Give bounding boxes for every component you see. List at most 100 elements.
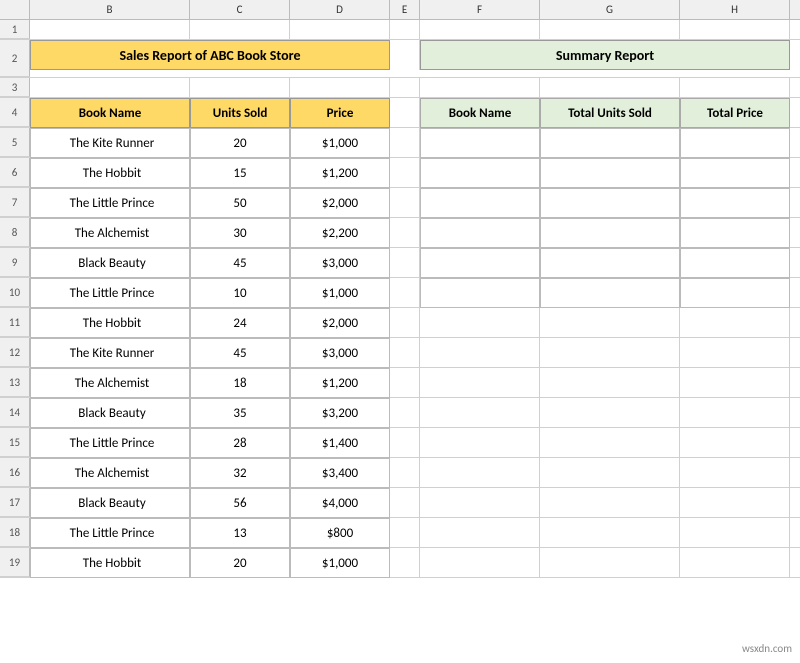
cell-h7[interactable] [680,188,790,218]
cell-f16[interactable] [420,458,540,488]
cell-h11[interactable] [680,308,790,338]
cell-e11[interactable] [390,308,420,338]
cell-d15[interactable]: $1,400 [290,428,390,458]
cell-f12[interactable] [420,338,540,368]
cell-c8[interactable]: 30 [190,218,290,248]
cell-h18[interactable] [680,518,790,548]
cell-d14[interactable]: $3,200 [290,398,390,428]
cell-d9[interactable]: $3,000 [290,248,390,278]
cell-g7[interactable] [540,188,680,218]
cell-b7[interactable]: The Little Prince [30,188,190,218]
cell-b11[interactable]: The Hobbit [30,308,190,338]
cell-f10[interactable] [420,278,540,308]
cell-f6[interactable] [420,158,540,188]
cell-d11[interactable]: $2,000 [290,308,390,338]
cell-g15[interactable] [540,428,680,458]
cell-e15[interactable] [390,428,420,458]
cell-e18[interactable] [390,518,420,548]
cell-g5[interactable] [540,128,680,158]
cell-f8[interactable] [420,218,540,248]
cell-g13[interactable] [540,368,680,398]
col-header-h[interactable]: H [680,0,790,19]
cell-c13[interactable]: 18 [190,368,290,398]
cell-e10[interactable] [390,278,420,308]
cell-e9[interactable] [390,248,420,278]
cell-h10[interactable] [680,278,790,308]
cell-b5[interactable]: The Kite Runner [30,128,190,158]
cell-d17[interactable]: $4,000 [290,488,390,518]
cell-c14[interactable]: 35 [190,398,290,428]
cell-g11[interactable] [540,308,680,338]
cell-d8[interactable]: $2,200 [290,218,390,248]
cell-d7[interactable]: $2,000 [290,188,390,218]
cell-b14[interactable]: Black Beauty [30,398,190,428]
cell-b17[interactable]: Black Beauty [30,488,190,518]
cell-b19[interactable]: The Hobbit [30,548,190,578]
cell-e14[interactable] [390,398,420,428]
cell-b9[interactable]: Black Beauty [30,248,190,278]
cell-f19[interactable] [420,548,540,578]
cell-g16[interactable] [540,458,680,488]
cell-c11[interactable]: 24 [190,308,290,338]
cell-e7[interactable] [390,188,420,218]
cell-e16[interactable] [390,458,420,488]
cell-f11[interactable] [420,308,540,338]
cell-d12[interactable]: $3,000 [290,338,390,368]
col-header-f[interactable]: F [420,0,540,19]
cell-g12[interactable] [540,338,680,368]
col-header-d[interactable]: D [290,0,390,19]
cell-g19[interactable] [540,548,680,578]
cell-e19[interactable] [390,548,420,578]
cell-f5[interactable] [420,128,540,158]
cell-e17[interactable] [390,488,420,518]
col-header-g[interactable]: G [540,0,680,19]
cell-b18[interactable]: The Little Prince [30,518,190,548]
cell-d19[interactable]: $1,000 [290,548,390,578]
cell-f14[interactable] [420,398,540,428]
cell-e8[interactable] [390,218,420,248]
col-header-e[interactable]: E [390,0,420,19]
cell-g14[interactable] [540,398,680,428]
cell-e2[interactable] [390,40,420,70]
cell-h13[interactable] [680,368,790,398]
cell-h9[interactable] [680,248,790,278]
cell-b13[interactable]: The Alchemist [30,368,190,398]
cell-d5[interactable]: $1,000 [290,128,390,158]
cell-b6[interactable]: The Hobbit [30,158,190,188]
cell-e4[interactable] [390,98,420,128]
cell-h14[interactable] [680,398,790,428]
cell-f15[interactable] [420,428,540,458]
cell-b16[interactable]: The Alchemist [30,458,190,488]
cell-b10[interactable]: The Little Prince [30,278,190,308]
cell-b12[interactable]: The Kite Runner [30,338,190,368]
cell-c7[interactable]: 50 [190,188,290,218]
cell-e5[interactable] [390,128,420,158]
cell-h16[interactable] [680,458,790,488]
cell-d13[interactable]: $1,200 [290,368,390,398]
cell-c10[interactable]: 10 [190,278,290,308]
cell-c15[interactable]: 28 [190,428,290,458]
cell-c5[interactable]: 20 [190,128,290,158]
cell-f17[interactable] [420,488,540,518]
cell-f13[interactable] [420,368,540,398]
cell-c17[interactable]: 56 [190,488,290,518]
col-header-b[interactable]: B [30,0,190,19]
cell-h15[interactable] [680,428,790,458]
cell-h5[interactable] [680,128,790,158]
cell-d16[interactable]: $3,400 [290,458,390,488]
cell-c19[interactable]: 20 [190,548,290,578]
cell-c6[interactable]: 15 [190,158,290,188]
cell-b8[interactable]: The Alchemist [30,218,190,248]
cell-g8[interactable] [540,218,680,248]
cell-f9[interactable] [420,248,540,278]
cell-h12[interactable] [680,338,790,368]
cell-b15[interactable]: The Little Prince [30,428,190,458]
cell-h6[interactable] [680,158,790,188]
cell-f7[interactable] [420,188,540,218]
cell-d18[interactable]: $800 [290,518,390,548]
cell-e13[interactable] [390,368,420,398]
cell-d6[interactable]: $1,200 [290,158,390,188]
cell-g10[interactable] [540,278,680,308]
cell-g9[interactable] [540,248,680,278]
cell-g6[interactable] [540,158,680,188]
